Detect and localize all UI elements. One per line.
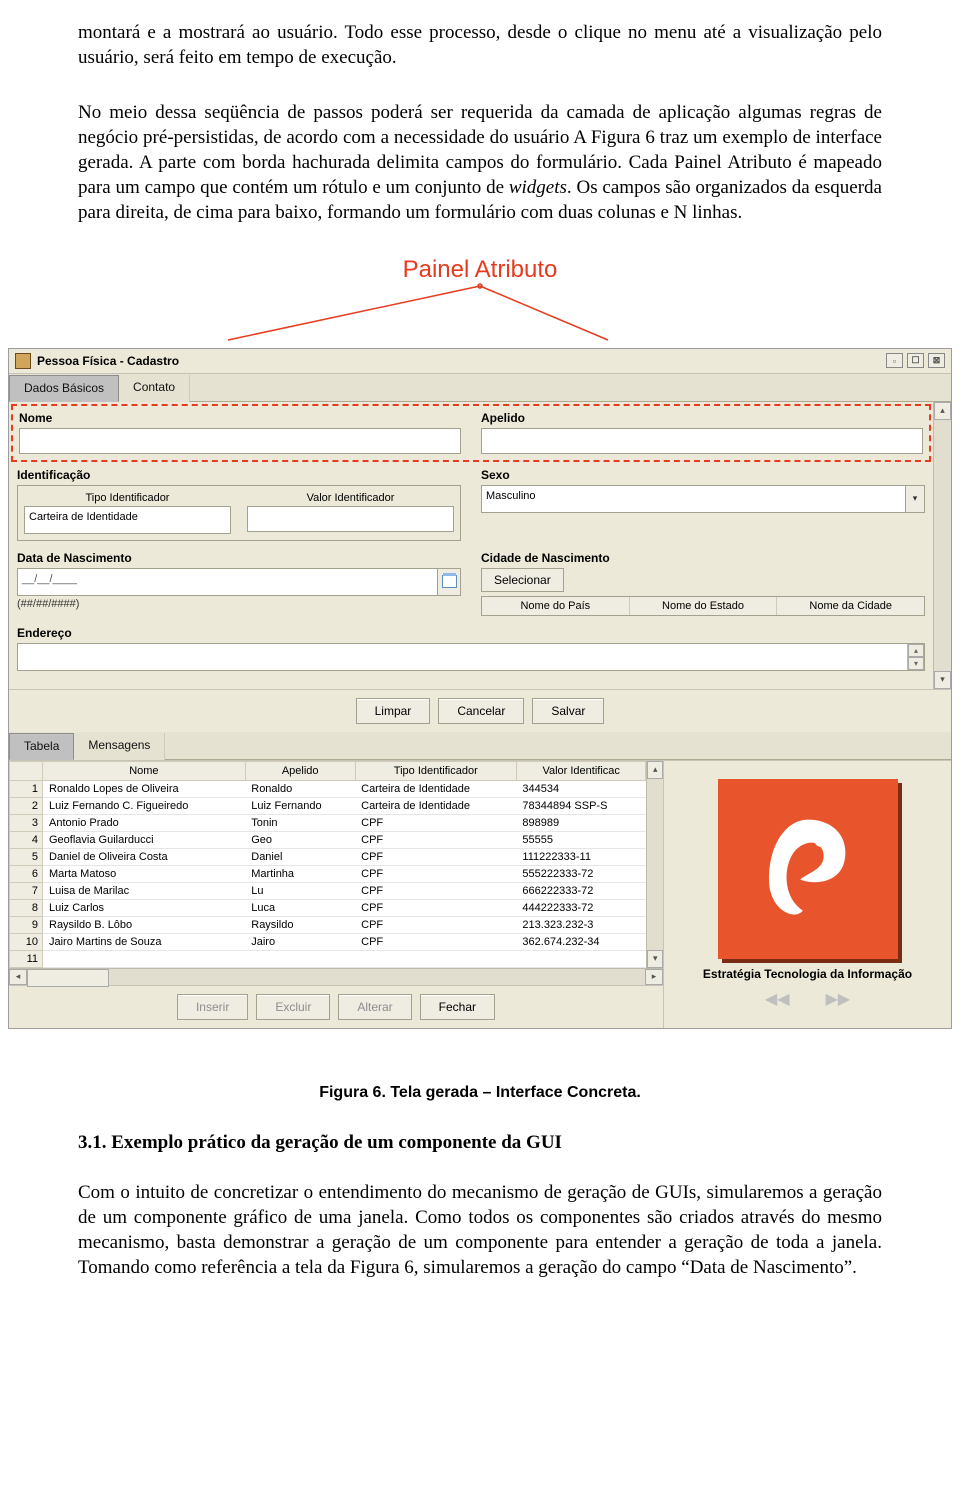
table-row[interactable]: 10Jairo Martins de SouzaJairoCPF362.674.…: [10, 933, 646, 950]
col-cidade[interactable]: Nome da Cidade: [777, 597, 924, 615]
table-row[interactable]: 11: [10, 950, 646, 967]
textarea-scrollbar[interactable]: ▴▾: [907, 644, 924, 670]
table-header[interactable]: Tipo Identificador: [355, 761, 516, 780]
fechar-button[interactable]: Fechar: [420, 994, 495, 1020]
lower-tabs: Tabela Mensagens: [9, 732, 951, 760]
table-row[interactable]: 5Daniel de Oliveira CostaDanielCPF111222…: [10, 848, 646, 865]
table-row[interactable]: 8Luiz CarlosLucaCPF444222333-72: [10, 899, 646, 916]
salvar-button[interactable]: Salvar: [532, 698, 604, 724]
scroll-up-icon[interactable]: ▴: [934, 402, 951, 420]
painel-atributo-highlight: Nome Apelido: [11, 404, 931, 462]
logo-icon: [718, 779, 898, 959]
cidade-table-header: Nome do País Nome do Estado Nome da Cida…: [481, 596, 925, 616]
scroll-down-icon[interactable]: ▾: [934, 671, 951, 689]
table-header[interactable]: [10, 761, 43, 780]
document-icon: [15, 353, 31, 369]
window-title: Pessoa Física - Cadastro: [37, 354, 179, 368]
tab-contato[interactable]: Contato: [119, 375, 190, 402]
iconify-icon[interactable]: ▫: [886, 353, 903, 368]
form-tabs: Dados Básicos Contato: [9, 374, 951, 402]
limpar-button[interactable]: Limpar: [356, 698, 431, 724]
nome-input[interactable]: [19, 428, 461, 454]
maximize-icon[interactable]: ☐: [907, 353, 924, 368]
sexo-value: Masculino: [481, 485, 906, 513]
table-row[interactable]: 9Raysildo B. LôboRaysildoCPF213.323.232-…: [10, 916, 646, 933]
painel-atributo-label: Painel Atributo: [78, 256, 882, 284]
alterar-button[interactable]: Alterar: [338, 994, 411, 1020]
data-nascimento-input[interactable]: __/__/____: [17, 568, 438, 596]
table-header[interactable]: Nome: [43, 761, 246, 780]
table-row[interactable]: 6Marta MatosoMartinhaCPF555222333-72: [10, 865, 646, 882]
cidade-nascimento-label: Cidade de Nascimento: [481, 551, 925, 565]
table-hscrollbar[interactable]: ◂ ▸: [9, 968, 663, 985]
window-titlebar: Pessoa Física - Cadastro ▫ ☐ ⊠: [9, 349, 951, 374]
close-icon[interactable]: ⊠: [928, 353, 945, 368]
tab-tabela[interactable]: Tabela: [9, 733, 74, 760]
chevron-down-icon[interactable]: ▾: [906, 485, 925, 513]
table-header[interactable]: Apelido: [245, 761, 355, 780]
nome-label: Nome: [19, 411, 461, 425]
tipo-identificador-value[interactable]: Carteira de Identidade: [24, 506, 231, 534]
app-window: Pessoa Física - Cadastro ▫ ☐ ⊠ Dados Bás…: [8, 348, 952, 1029]
table-row[interactable]: 7Luisa de MarilacLuCPF666222333-72: [10, 882, 646, 899]
paragraph-2: No meio dessa seqüência de passos poderá…: [78, 100, 882, 225]
logo-caption: Estratégia Tecnologia da Informação: [703, 967, 912, 981]
leader-lines: [78, 282, 882, 342]
excluir-button[interactable]: Excluir: [256, 994, 330, 1020]
scroll-right-icon[interactable]: ▸: [645, 969, 663, 985]
data-table[interactable]: NomeApelidoTipo IdentificadorValor Ident…: [9, 761, 646, 968]
valor-identificador-header: Valor Identificador: [247, 492, 454, 504]
table-row[interactable]: 2Luiz Fernando C. FigueiredoLuiz Fernand…: [10, 797, 646, 814]
table-row[interactable]: 3Antonio PradoToninCPF898989: [10, 814, 646, 831]
scroll-down-icon[interactable]: ▾: [647, 950, 663, 968]
sexo-label: Sexo: [481, 468, 925, 482]
identificacao-group: Tipo Identificador Carteira de Identidad…: [17, 485, 461, 541]
form-panel: Nome Apelido Identificação: [9, 402, 933, 689]
section-heading: 3.1. Exemplo prático da geração de um co…: [78, 1132, 882, 1154]
pager: ◀◀ ▶▶: [765, 989, 850, 1009]
scroll-up-icon[interactable]: ▴: [647, 761, 663, 779]
cancelar-button[interactable]: Cancelar: [438, 698, 524, 724]
identificacao-label: Identificação: [17, 468, 461, 482]
valor-identificador-input[interactable]: [247, 506, 454, 532]
table-row[interactable]: 4Geoflavia GuilarducciGeoCPF55555: [10, 831, 646, 848]
selecionar-button[interactable]: Selecionar: [481, 568, 564, 592]
tab-mensagens[interactable]: Mensagens: [74, 733, 165, 760]
inserir-button[interactable]: Inserir: [177, 994, 248, 1020]
paragraph-1: montará e a mostrará ao usuário. Todo es…: [78, 20, 882, 70]
sexo-dropdown[interactable]: Masculino ▾: [481, 485, 925, 513]
table-vscrollbar[interactable]: ▴ ▾: [646, 761, 663, 968]
pager-prev-icon[interactable]: ◀◀: [765, 989, 790, 1009]
apelido-input[interactable]: [481, 428, 923, 454]
tab-dados-basicos[interactable]: Dados Básicos: [9, 375, 119, 402]
table-row[interactable]: 1Ronaldo Lopes de OliveiraRonaldoCarteir…: [10, 780, 646, 797]
apelido-label: Apelido: [481, 411, 923, 425]
scroll-left-icon[interactable]: ◂: [9, 969, 27, 985]
endereco-textarea[interactable]: ▴▾: [17, 643, 925, 671]
form-scrollbar[interactable]: ▴ ▾: [933, 402, 951, 689]
form-button-bar: Limpar Cancelar Salvar: [9, 689, 951, 732]
calendar-button[interactable]: [438, 568, 461, 596]
table-header[interactable]: Valor Identificac: [516, 761, 645, 780]
col-estado[interactable]: Nome do Estado: [630, 597, 778, 615]
figure-caption: Figura 6. Tela gerada – Interface Concre…: [78, 1084, 882, 1102]
logo-panel: Estratégia Tecnologia da Informação ◀◀ ▶…: [663, 761, 951, 1028]
data-nascimento-hint: (##/##/####): [17, 598, 461, 610]
pager-next-icon[interactable]: ▶▶: [826, 989, 851, 1009]
calendar-icon: [442, 575, 457, 588]
col-pais[interactable]: Nome do País: [482, 597, 630, 615]
table-panel: NomeApelidoTipo IdentificadorValor Ident…: [9, 761, 663, 1028]
data-nascimento-label: Data de Nascimento: [17, 551, 461, 565]
tipo-identificador-header: Tipo Identificador: [24, 492, 231, 504]
paragraph-3: Com o intuito de concretizar o entendime…: [78, 1180, 882, 1280]
endereco-label: Endereço: [17, 626, 925, 640]
